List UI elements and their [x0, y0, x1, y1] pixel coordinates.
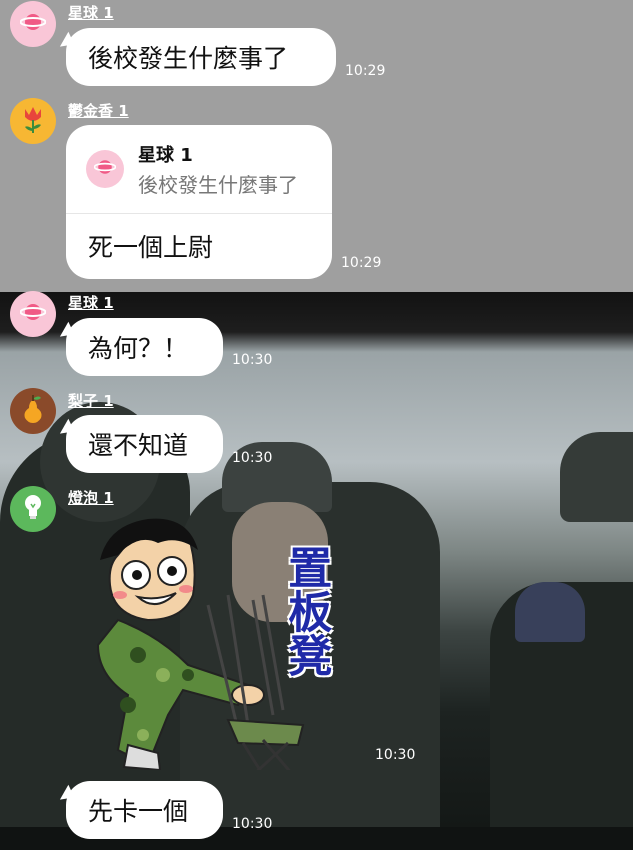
quoted-sender: 星球 1: [138, 144, 193, 166]
reply-quote[interactable]: 星球 1 後校發生什麼事了: [66, 125, 332, 214]
sticker-caption-text: 置板凳: [280, 545, 332, 677]
message-row: 燈泡 1 置板凳 10:30: [0, 485, 633, 777]
message-row: 先卡一個 10:30: [0, 780, 633, 850]
planet-icon: [93, 156, 117, 182]
message-row: 星球 1 為何？！ 10:30: [0, 290, 633, 380]
avatar[interactable]: [10, 388, 56, 434]
quoted-avatar: [86, 150, 124, 188]
sender-name[interactable]: 星球 1: [68, 2, 114, 23]
avatar[interactable]: [10, 1, 56, 47]
message-bubble[interactable]: 先卡一個: [66, 781, 223, 839]
message-row: 鬱金香 1 星球 1 後校發生什麼事了 死一個上尉 10:29: [0, 96, 633, 286]
lightbulb-icon: [21, 493, 45, 525]
sticker-caption: 置板凳: [280, 545, 342, 677]
pear-icon: [21, 394, 45, 428]
sender-name[interactable]: 星球 1: [68, 292, 114, 313]
message-time: 10:30: [375, 747, 416, 763]
message-bubble[interactable]: 還不知道: [66, 415, 223, 473]
tulip-icon: [19, 103, 47, 139]
message-time: 10:30: [232, 450, 273, 466]
message-row: 梨子 1 還不知道 10:30: [0, 388, 633, 478]
message-time: 10:30: [232, 816, 273, 832]
sender-name[interactable]: 燈泡 1: [68, 487, 114, 508]
message-row: 星球 1 後校發生什麼事了 10:29: [0, 0, 633, 90]
message-time: 10:29: [345, 63, 386, 79]
reply-text: 死一個上尉: [88, 233, 214, 262]
avatar[interactable]: [10, 486, 56, 532]
reply-message-bubble[interactable]: 星球 1 後校發生什麼事了 死一個上尉: [66, 125, 332, 279]
sender-name[interactable]: 鬱金香 1: [68, 100, 129, 121]
avatar[interactable]: [10, 98, 56, 144]
sender-name[interactable]: 梨子 1: [68, 390, 114, 411]
soldier-carrying-stool-sticker: [88, 518, 368, 777]
message-bubble[interactable]: 為何？！: [66, 318, 223, 376]
message-time: 10:29: [341, 255, 382, 271]
planet-icon: [19, 299, 47, 329]
quoted-text: 後校發生什麼事了: [138, 172, 298, 197]
message-time: 10:30: [232, 352, 273, 368]
avatar[interactable]: [10, 291, 56, 337]
planet-icon: [19, 9, 47, 39]
message-bubble[interactable]: 後校發生什麼事了: [66, 28, 336, 86]
